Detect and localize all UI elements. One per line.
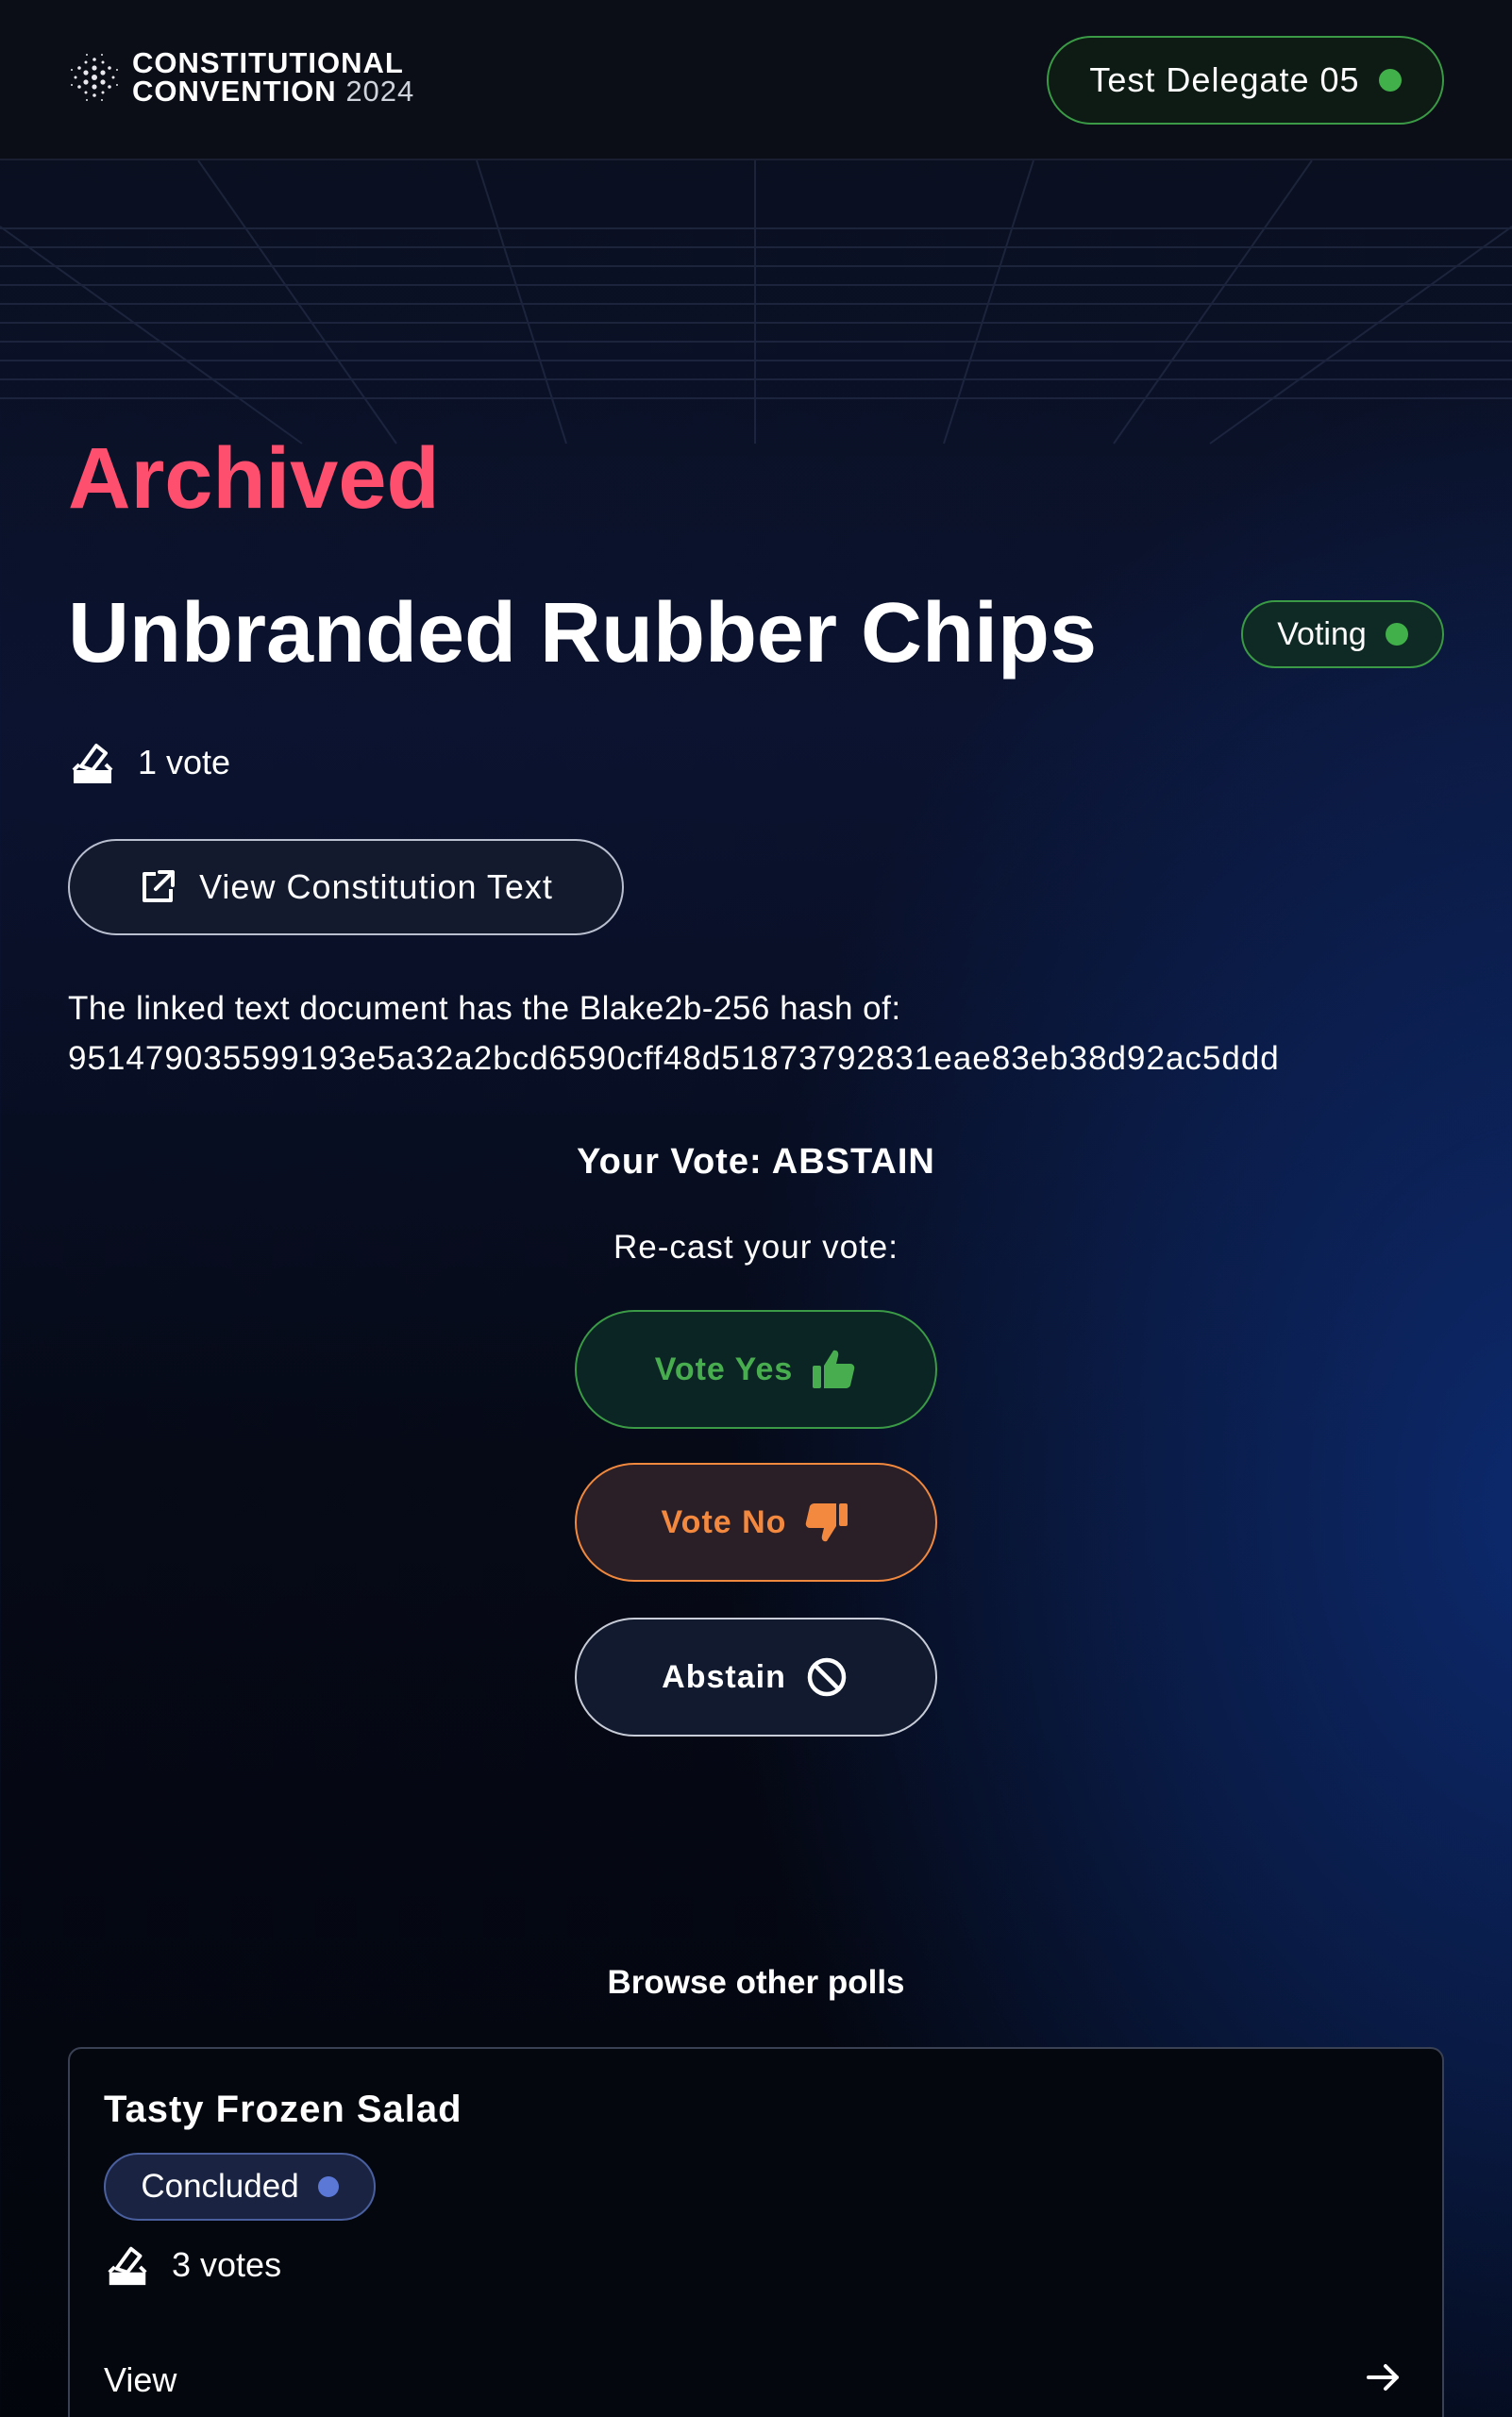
thumbs-down-icon [806, 1503, 848, 1542]
poll-card[interactable]: Tasty Frozen Salad Concluded 3 votes Vie… [68, 2047, 1444, 2417]
vote-yes-button[interactable]: Vote Yes [575, 1310, 937, 1429]
abstain-label: Abstain [662, 1658, 786, 1695]
delegate-name: Test Delegate 05 [1089, 60, 1360, 99]
archived-label: Archived [68, 430, 440, 527]
connected-status-dot [1378, 69, 1402, 92]
logo-year: 2024 [345, 75, 415, 108]
view-constitution-button[interactable]: View Constitution Text [68, 839, 624, 935]
arrow-right-icon[interactable] [1363, 2357, 1404, 2398]
poll-card-status-badge: Concluded [104, 2153, 376, 2221]
your-vote-label: Your Vote: [577, 1142, 763, 1182]
thumbs-up-icon [813, 1350, 855, 1388]
delegate-account-button[interactable]: Test Delegate 05 [1047, 36, 1444, 125]
logo-line2: CONVENTION [132, 75, 337, 108]
your-vote-value: ABSTAIN [771, 1142, 935, 1182]
abstain-button[interactable]: Abstain [575, 1618, 937, 1737]
ballot-box-icon [72, 744, 113, 783]
status-badge-label: Voting [1277, 615, 1367, 652]
your-vote: Your Vote: ABSTAIN [0, 1142, 1512, 1183]
status-badge: Voting [1241, 600, 1444, 668]
hash-value: 951479035599193e5a32a2bcd6590cff48d51873… [68, 1040, 1280, 1077]
vote-no-label: Vote No [661, 1503, 787, 1540]
top-header: CONSTITUTIONAL CONVENTION 2024 Test Dele… [0, 0, 1512, 160]
poll-card-status-label: Concluded [141, 2168, 299, 2205]
poll-card-view-link[interactable]: View [104, 2360, 176, 2400]
vote-count-text: 1 vote [138, 743, 231, 781]
status-dot [1385, 623, 1408, 646]
vote-yes-label: Vote Yes [654, 1351, 794, 1387]
logo[interactable]: CONSTITUTIONAL CONVENTION 2024 [68, 46, 415, 108]
poll-card-votes-text: 3 votes [172, 2245, 282, 2284]
cardano-logo-icon [71, 54, 118, 101]
poll-card-status-dot [317, 2176, 339, 2197]
recast-label: Re-cast your vote: [613, 1229, 899, 1266]
ballot-box-icon [108, 2246, 147, 2286]
vote-count: 1 vote [68, 738, 230, 787]
poll-card-title: Tasty Frozen Salad [104, 2089, 462, 2130]
browse-heading: Browse other polls [607, 1964, 905, 2001]
logo-line1: CONSTITUTIONAL [132, 46, 404, 79]
poll-title: Unbranded Rubber Chips [68, 586, 1098, 680]
poll-card-vote-count: 3 votes [104, 2241, 281, 2289]
vote-no-button[interactable]: Vote No [575, 1463, 937, 1582]
external-link-icon [143, 870, 176, 902]
view-constitution-label: View Constitution Text [199, 867, 553, 906]
ban-icon [807, 1657, 847, 1697]
hash-description: The linked text document has the Blake2b… [68, 990, 901, 1027]
